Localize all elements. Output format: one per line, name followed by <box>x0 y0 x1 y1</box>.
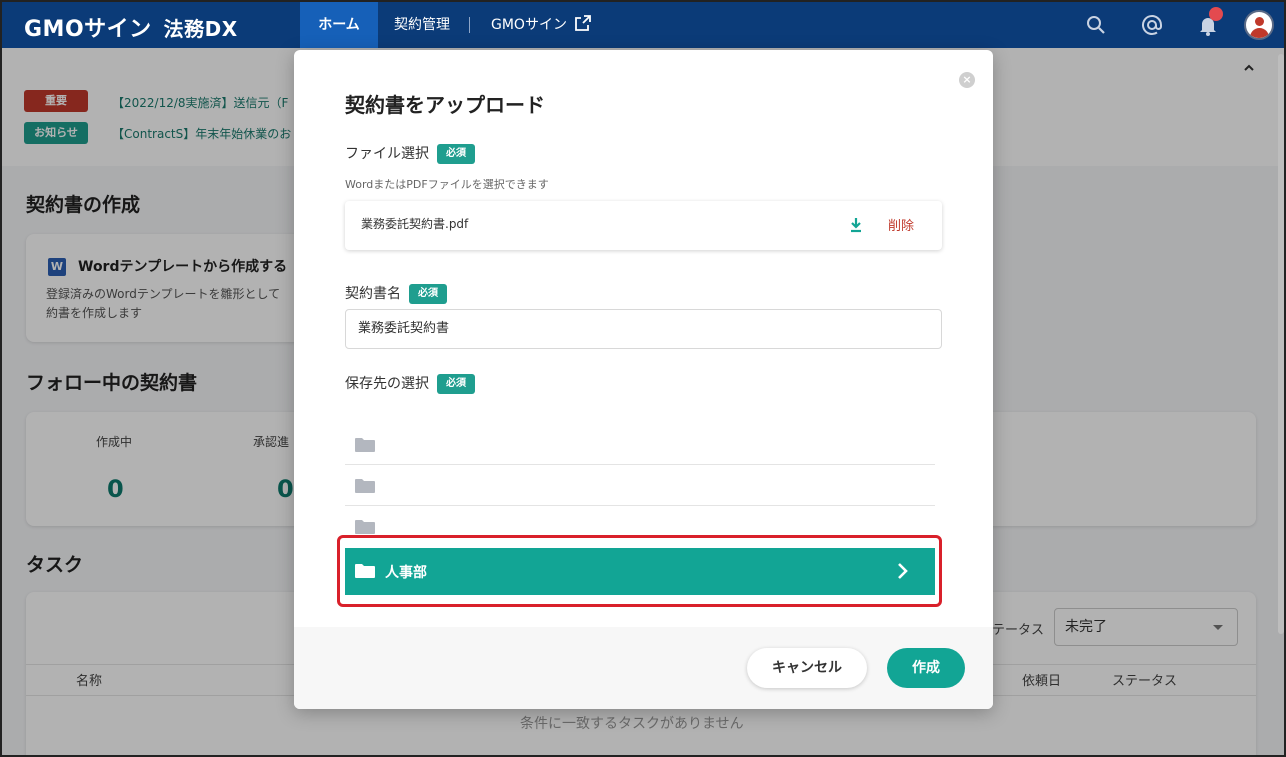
selected-file: 業務委託契約書.pdf 削除 <box>345 201 942 250</box>
required-badge: 必須 <box>437 374 475 394</box>
contract-name-label-text: 契約書名 <box>345 286 401 302</box>
file-name: 業務委託契約書.pdf <box>361 217 469 231</box>
create-button[interactable]: 作成 <box>887 648 965 688</box>
destination-label: 保存先の選択 必須 <box>345 373 475 394</box>
file-select-label-text: ファイル選択 <box>345 146 429 162</box>
contract-name-label: 契約書名 必須 <box>345 283 447 304</box>
brand-sub: 法務DX <box>163 17 238 41</box>
folder-row[interactable] <box>345 465 935 506</box>
folder-icon <box>355 520 375 534</box>
avatar[interactable] <box>1244 10 1274 40</box>
notification-dot <box>1209 7 1223 21</box>
nav-contracts[interactable]: 契約管理 <box>394 2 450 48</box>
folder-row[interactable] <box>345 424 935 465</box>
avatar-body <box>1250 28 1269 38</box>
external-link-icon <box>575 15 592 31</box>
folder-icon <box>355 479 375 493</box>
upload-modal: × 契約書をアップロード ファイル選択 必須 WordまたはPDFファイルを選択で… <box>294 50 993 709</box>
required-badge: 必須 <box>409 284 447 304</box>
file-select-label: ファイル選択 必須 <box>345 143 475 164</box>
page-scrollbar[interactable] <box>1278 54 1284 634</box>
delete-file-button[interactable]: 削除 <box>888 215 914 234</box>
mention-icon[interactable] <box>1140 13 1164 37</box>
top-bar: GMOサイン 法務DX ホーム 契約管理 GMOサイン <box>2 2 1284 48</box>
nav-divider <box>469 17 470 33</box>
close-icon[interactable]: × <box>959 72 975 88</box>
file-hint: WordまたはPDFファイルを選択できます <box>345 178 549 191</box>
destination-label-text: 保存先の選択 <box>345 376 429 392</box>
highlight-annotation <box>337 535 942 607</box>
app-window: GMOサイン 法務DX ホーム 契約管理 GMOサイン 重要 【2022/12/… <box>0 0 1286 757</box>
nav-gmo-sign[interactable]: GMOサイン <box>491 2 592 48</box>
modal-footer: キャンセル 作成 <box>294 627 993 709</box>
required-badge: 必須 <box>437 144 475 164</box>
brand-logo[interactable]: GMOサイン 法務DX <box>24 11 238 43</box>
cancel-button[interactable]: キャンセル <box>747 648 867 688</box>
folder-icon <box>355 438 375 452</box>
avatar-head <box>1255 17 1264 26</box>
modal-title: 契約書をアップロード <box>345 93 545 117</box>
search-icon[interactable] <box>1084 13 1108 37</box>
brand-name: GMOサイン <box>24 17 152 42</box>
nav-home[interactable]: ホーム <box>300 2 378 48</box>
nav-gmo-sign-label: GMOサイン <box>491 17 567 33</box>
contract-name-input[interactable]: 業務委託契約書 <box>345 309 942 349</box>
download-icon[interactable] <box>849 217 863 233</box>
